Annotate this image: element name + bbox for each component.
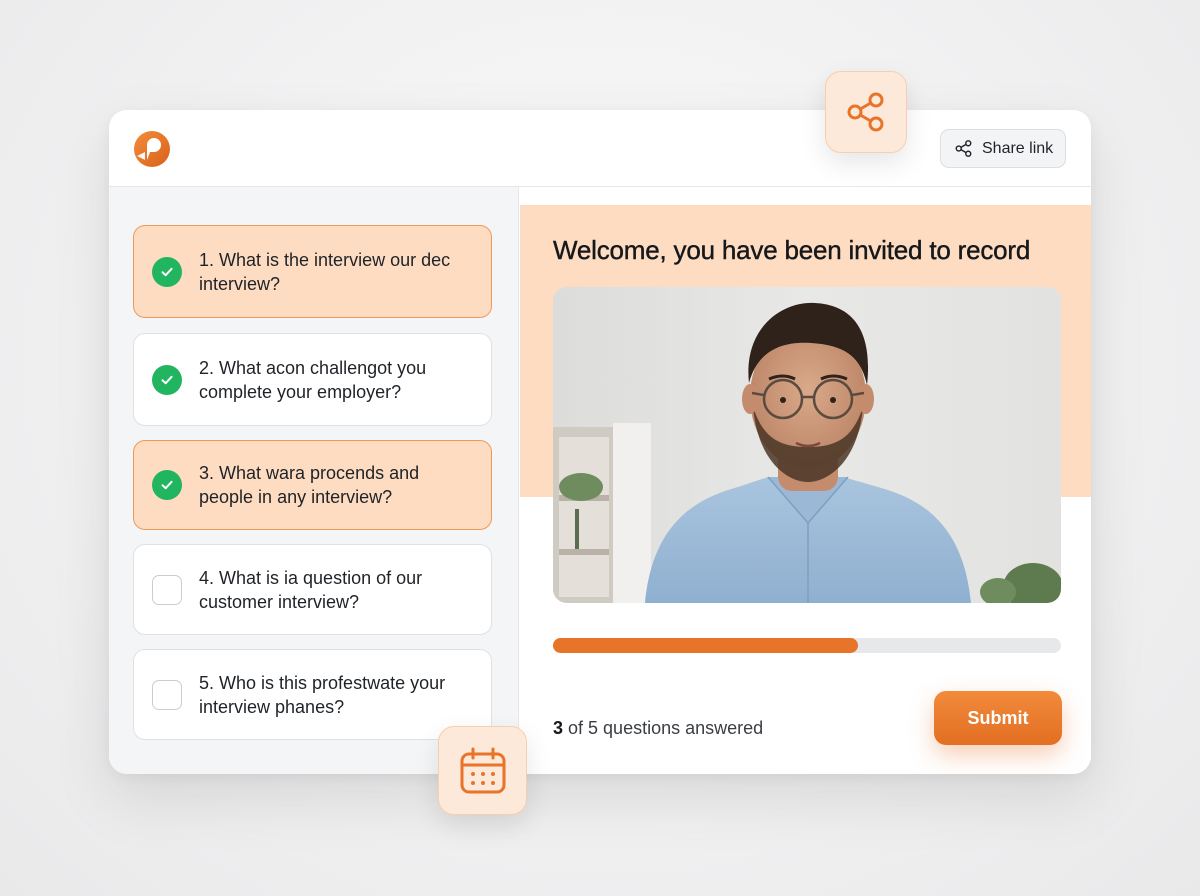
share-link-label: Share link (982, 139, 1054, 157)
question-text: 5. Who is this profestwate your intervie… (199, 672, 446, 717)
brand-logo-icon[interactable] (133, 130, 171, 168)
progress-bar (553, 638, 1061, 653)
question-item-1[interactable]: 1. What is the interview our dec intervi… (133, 225, 492, 318)
interview-card: Share link 1. What is the interview our … (109, 110, 1091, 774)
welcome-title: Welcome, you have been invited to record (553, 235, 1031, 265)
check-circle-icon (152, 470, 182, 500)
check-circle-icon (152, 256, 182, 287)
empty-checkbox-icon (152, 574, 182, 605)
answered-suffix: of 5 questions answered (563, 718, 764, 738)
question-status[interactable] (152, 470, 182, 500)
question-item-4[interactable]: 4. What is ia question of our customer i… (133, 544, 492, 635)
calendar-icon (460, 747, 505, 793)
video-preview[interactable] (553, 287, 1061, 603)
question-checkbox[interactable] (152, 574, 182, 605)
question-status[interactable] (152, 256, 182, 287)
check-circle-icon (152, 364, 182, 395)
question-item-2[interactable]: 2. What acon challengot you complete you… (133, 333, 492, 426)
progress-fill (553, 638, 858, 653)
candidate-portrait-image (553, 287, 1061, 603)
share-tile[interactable] (825, 71, 907, 153)
question-item-3[interactable]: 3. What wara procends and people in any … (133, 440, 492, 530)
share-icon (955, 140, 972, 157)
empty-checkbox-icon (152, 679, 182, 710)
question-item-5[interactable]: 5. Who is this profestwate your intervie… (133, 649, 492, 740)
share-link-button[interactable]: Share link (940, 129, 1066, 168)
submit-button[interactable]: Submit (934, 691, 1062, 745)
question-text: 4. What is ia question of our customer i… (199, 567, 423, 612)
recording-panel: Welcome, you have been invited to record (520, 187, 1091, 774)
answered-count: 3 (553, 718, 564, 738)
question-text: 1. What is the interview our dec intervi… (199, 249, 451, 294)
question-list: 1. What is the interview our dec intervi… (109, 187, 519, 774)
answered-status: 3 of 5 questions answered (553, 718, 763, 739)
calendar-tile[interactable] (438, 726, 527, 815)
question-text: 2. What acon challengot you complete you… (199, 357, 427, 402)
question-checkbox[interactable] (152, 679, 182, 710)
top-bar: Share link (109, 110, 1091, 187)
question-status[interactable] (152, 364, 182, 395)
share-icon (847, 92, 884, 132)
question-text: 3. What wara procends and people in any … (199, 463, 420, 507)
